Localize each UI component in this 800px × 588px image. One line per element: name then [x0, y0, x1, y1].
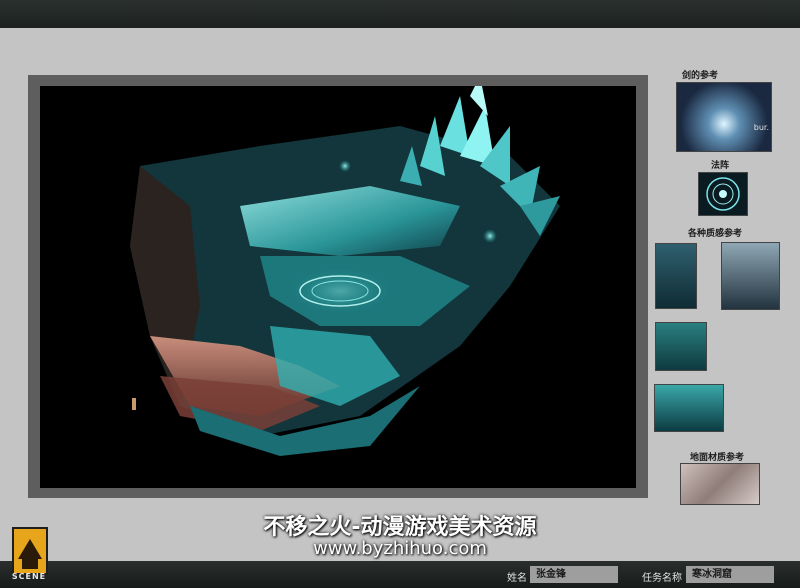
logo-text: SCENE — [11, 572, 47, 581]
magic-circle-thumbnail — [698, 172, 748, 216]
texture-reference-3 — [655, 322, 707, 371]
task-name-label: 任务名称 — [642, 573, 682, 584]
ground-texture-thumbnail — [680, 463, 760, 505]
ice-cave-illustration — [130, 86, 560, 456]
pavilion-icon — [18, 539, 42, 569]
scene-logo — [12, 527, 48, 575]
watermark-url: www.byzhihuo.com — [313, 538, 487, 559]
texture-reference-4 — [654, 384, 724, 432]
texture-reference-label: 各种质感参考 — [688, 229, 743, 239]
texture-reference-1 — [655, 243, 697, 309]
texture-reference-2 — [721, 242, 780, 310]
sword-reference-label: 剑的参考 — [682, 71, 719, 81]
magic-circle-label: 法阵 — [711, 161, 730, 171]
main-artwork-canvas — [40, 86, 636, 488]
sword-reference-thumbnail: bur. — [676, 82, 772, 152]
name-value: 张金锋 — [530, 566, 618, 583]
top-bar — [0, 0, 800, 28]
magic-circle-icon — [706, 177, 740, 211]
thumbnail-caption: bur. — [753, 123, 769, 132]
name-label: 姓名 — [507, 573, 527, 584]
task-name-value: 寒冰洞窟 — [686, 566, 774, 583]
ground-texture-label: 地面材质参考 — [690, 453, 745, 463]
watermark-title: 不移之火-动漫游戏美术资源 — [263, 515, 537, 540]
